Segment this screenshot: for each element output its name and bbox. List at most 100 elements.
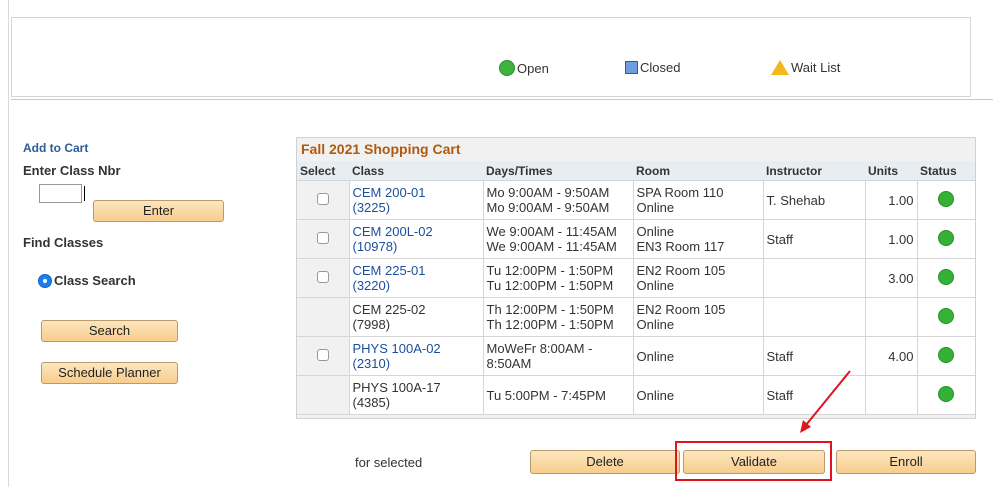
room-cell: Online EN3 Room 117 xyxy=(632,219,763,259)
arrow-head-icon xyxy=(800,420,811,433)
select-checkbox[interactable] xyxy=(316,192,329,205)
instructor-cell xyxy=(762,258,865,298)
radio-selected-icon[interactable] xyxy=(38,273,52,288)
status-cell xyxy=(916,336,975,376)
table-row: CEM 225-01 (3220) Tu 12:00PM - 1:50PM Tu 12… xyxy=(297,258,975,298)
legend-waitlist: Wait List xyxy=(771,60,840,75)
status-cell xyxy=(916,180,975,220)
table-header: Select Class Days/Times Room Instructor … xyxy=(297,161,975,181)
select-checkbox[interactable] xyxy=(316,348,329,361)
instructor-cell: T. Shehab xyxy=(762,180,865,220)
class-nbr-input[interactable] xyxy=(39,184,82,203)
delete-button[interactable]: Delete xyxy=(530,450,680,474)
room-line-1: EN2 Room 105 xyxy=(636,263,726,278)
open-status-icon xyxy=(938,229,955,246)
col-status: Status xyxy=(917,161,975,181)
class-cell[interactable]: PHYS 100A-02 (2310) xyxy=(348,336,483,376)
instructor-cell: Staff xyxy=(762,219,865,259)
units-cell: 4.00 xyxy=(864,336,917,376)
class-nbr[interactable]: (2310) xyxy=(353,356,480,371)
class-nbr[interactable]: (10978) xyxy=(353,239,480,254)
class-nbr: (4385) xyxy=(352,395,391,410)
search-button[interactable]: Search xyxy=(41,320,178,342)
room-line-1: Online xyxy=(636,224,675,239)
class-search-option[interactable]: Class Search xyxy=(38,273,136,288)
select-cell[interactable] xyxy=(297,336,349,376)
class-code[interactable]: CEM 225-01 xyxy=(353,263,480,278)
room-line-1: EN2 Room 105 xyxy=(636,302,726,317)
table-row: CEM 200-01 (3225) Mo 9:00AM - 9:50AM Mo 9:0… xyxy=(297,180,975,220)
legend-waitlist-label: Wait List xyxy=(791,60,841,75)
col-instructor: Instructor xyxy=(763,161,865,181)
instructor-cell xyxy=(762,297,865,337)
room-cell: EN2 Room 105 Online xyxy=(632,258,763,298)
days-times-line-1: Tu 5:00PM - 7:45PM xyxy=(486,387,606,403)
room-cell: Online xyxy=(632,336,763,376)
closed-status-icon xyxy=(625,61,638,74)
class-cell[interactable]: CEM 225-01 (3220) xyxy=(348,258,483,298)
days-times-cell: We 9:00AM - 11:45AM We 9:00AM - 11:45AM xyxy=(482,219,633,259)
table-row: CEM 225-02 (7998) Th 12:00PM - 1:50PM Th 12… xyxy=(297,297,975,337)
class-cell: PHYS 100A-17 (4385) xyxy=(348,375,483,415)
shopping-cart-title: Fall 2021 Shopping Cart xyxy=(301,141,461,157)
select-checkbox[interactable] xyxy=(316,231,329,244)
shopping-cart-table: Select Class Days/Times Room Instructor … xyxy=(297,161,975,415)
class-cell[interactable]: CEM 200L-02 (10978) xyxy=(348,219,483,259)
find-classes-heading: Find Classes xyxy=(23,235,104,250)
class-code: CEM 225-02 xyxy=(352,302,426,317)
select-cell xyxy=(297,297,349,337)
days-times-line-1: Tu 12:00PM - 1:50PM xyxy=(486,263,614,278)
select-cell[interactable] xyxy=(297,180,349,220)
legend-open-label: Open xyxy=(517,60,549,76)
days-times-cell: Mo 9:00AM - 9:50AM Mo 9:00AM - 9:50AM xyxy=(482,180,633,220)
enter-button[interactable]: Enter xyxy=(93,200,224,222)
select-checkbox[interactable] xyxy=(316,270,329,283)
room-cell: SPA Room 110 Online xyxy=(632,180,763,220)
days-times-line-1: Mo 9:00AM - 9:50AM xyxy=(486,185,610,200)
legend-closed: Closed xyxy=(625,60,680,75)
add-to-cart-heading: Add to Cart xyxy=(23,141,89,155)
status-cell xyxy=(916,219,975,259)
class-nbr: (7998) xyxy=(352,317,391,332)
days-times-cell: Tu 12:00PM - 1:50PM Tu 12:00PM - 1:50PM xyxy=(482,258,633,298)
room-line-1: Online xyxy=(636,348,675,364)
col-room: Room xyxy=(633,161,763,181)
instructor-cell: Staff xyxy=(762,336,865,376)
table-row: PHYS 100A-17 (4385) Tu 5:00PM - 7:45PM Onli… xyxy=(297,375,975,415)
class-nbr[interactable]: (3220) xyxy=(353,278,480,293)
class-cell[interactable]: CEM 200-01 (3225) xyxy=(348,180,483,220)
class-code: PHYS 100A-17 xyxy=(352,380,441,395)
select-cell[interactable] xyxy=(297,258,349,298)
days-times-cell: MoWeFr 8:00AM -8:50AM xyxy=(482,336,633,376)
waitlist-status-icon xyxy=(771,60,789,75)
room-line-2: Online xyxy=(636,278,675,293)
days-times-line-2: Tu 12:00PM - 1:50PM xyxy=(486,278,614,293)
units-cell: 3.00 xyxy=(864,258,917,298)
schedule-planner-button[interactable]: Schedule Planner xyxy=(41,362,178,384)
class-code[interactable]: CEM 200L-02 xyxy=(353,224,480,239)
days-times-cell: Th 12:00PM - 1:50PM Th 12:00PM - 1:50PM xyxy=(482,297,633,337)
days-times-cell: Tu 5:00PM - 7:45PM xyxy=(482,375,633,415)
divider xyxy=(11,99,993,100)
enroll-button[interactable]: Enroll xyxy=(836,450,976,474)
units-cell xyxy=(864,375,917,415)
open-status-icon xyxy=(938,385,955,402)
text-cursor xyxy=(84,186,85,201)
class-code[interactable]: PHYS 100A-02 xyxy=(353,341,480,356)
room-cell: EN2 Room 105 Online xyxy=(632,297,763,337)
days-times-line-1: We 9:00AM - 11:45AM xyxy=(486,224,617,239)
select-cell[interactable] xyxy=(297,219,349,259)
room-cell: Online xyxy=(632,375,763,415)
days-times-line-1: MoWeFr 8:00AM - xyxy=(486,341,593,356)
units-cell xyxy=(864,297,917,337)
open-status-icon xyxy=(938,346,955,363)
status-legend xyxy=(11,17,971,97)
class-code[interactable]: CEM 200-01 xyxy=(353,185,480,200)
days-times-line-2: 8:50AM xyxy=(486,356,532,371)
instructor-cell: Staff xyxy=(762,375,865,415)
class-cell: CEM 225-02 (7998) xyxy=(348,297,483,337)
units-cell: 1.00 xyxy=(864,180,917,220)
shopping-cart-panel: Fall 2021 Shopping Cart Select Class Day… xyxy=(296,137,976,419)
class-nbr[interactable]: (3225) xyxy=(353,200,480,215)
room-line-2: EN3 Room 117 xyxy=(636,239,725,254)
